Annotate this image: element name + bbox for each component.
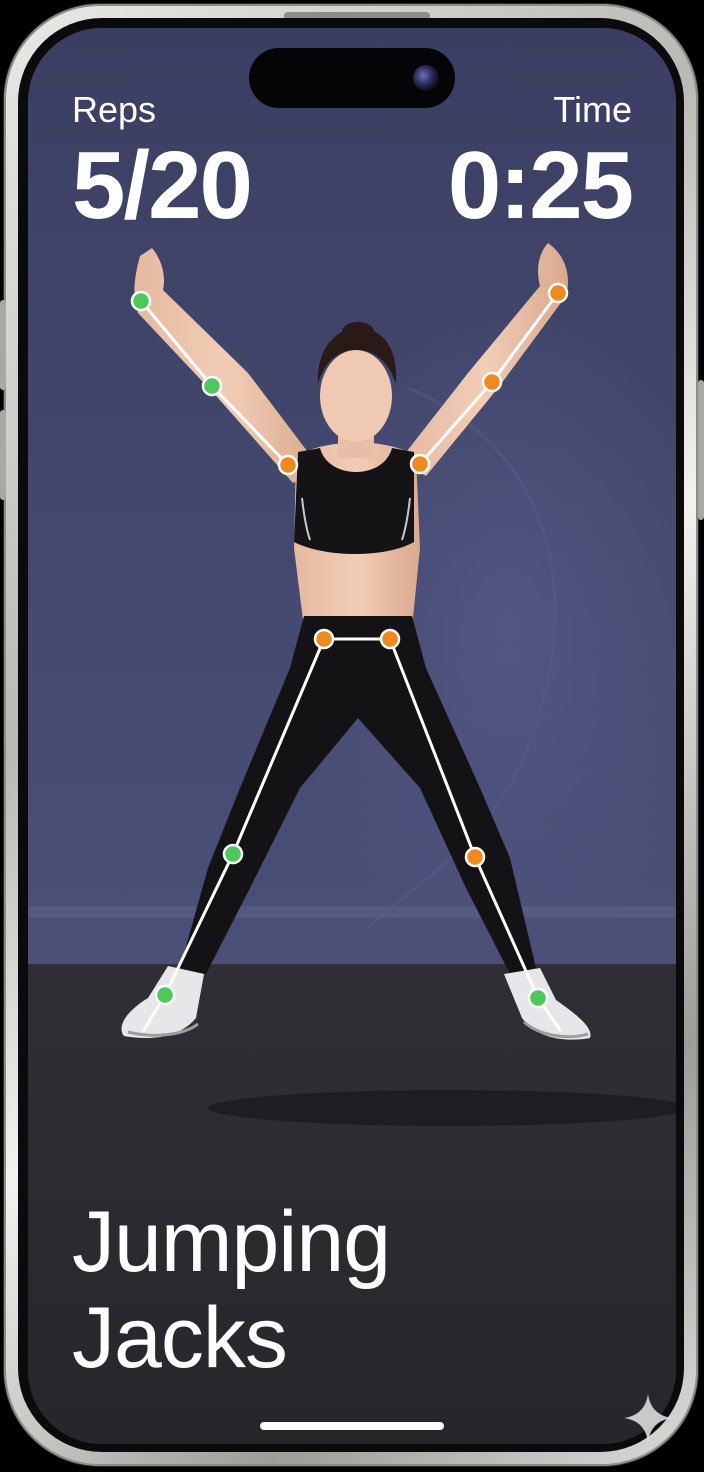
page: Reps 5/20 Time 0:25 Jumping Jacks [0,0,704,1472]
joint-left-hip [313,628,335,650]
volume-down-button [0,410,6,500]
screen: Reps 5/20 Time 0:25 Jumping Jacks [28,28,676,1444]
exercise-title: Jumping Jacks [72,1194,592,1386]
joint-left-wrist [130,290,152,312]
home-indicator[interactable] [260,1422,444,1430]
time-counter: Time 0:25 [447,88,634,239]
reps-counter: Reps 5/20 [72,88,253,239]
joint-right-knee [464,846,486,868]
exercise-title-line1: Jumping [72,1194,391,1290]
reps-value: 5/20 [72,132,253,239]
time-value: 0:25 [447,132,634,239]
exercise-title-line2: Jacks [72,1290,288,1386]
joint-right-wrist [547,282,569,304]
joint-left-knee [222,843,244,865]
wall-baseboard [28,906,676,918]
power-button [698,380,704,520]
joint-right-shoulder [409,453,431,475]
sparkle-icon [624,1394,672,1442]
front-camera-icon [413,65,439,91]
joint-right-ankle [527,987,549,1009]
joint-left-elbow [201,375,223,397]
joint-right-hip [379,628,401,650]
dynamic-island [249,48,455,108]
joint-left-shoulder [277,454,299,476]
joint-right-elbow [481,371,503,393]
volume-up-button [0,300,6,390]
time-label: Time [553,89,632,130]
joint-left-ankle [154,984,176,1006]
athlete-shadow [208,1090,676,1126]
reps-label: Reps [72,89,157,130]
